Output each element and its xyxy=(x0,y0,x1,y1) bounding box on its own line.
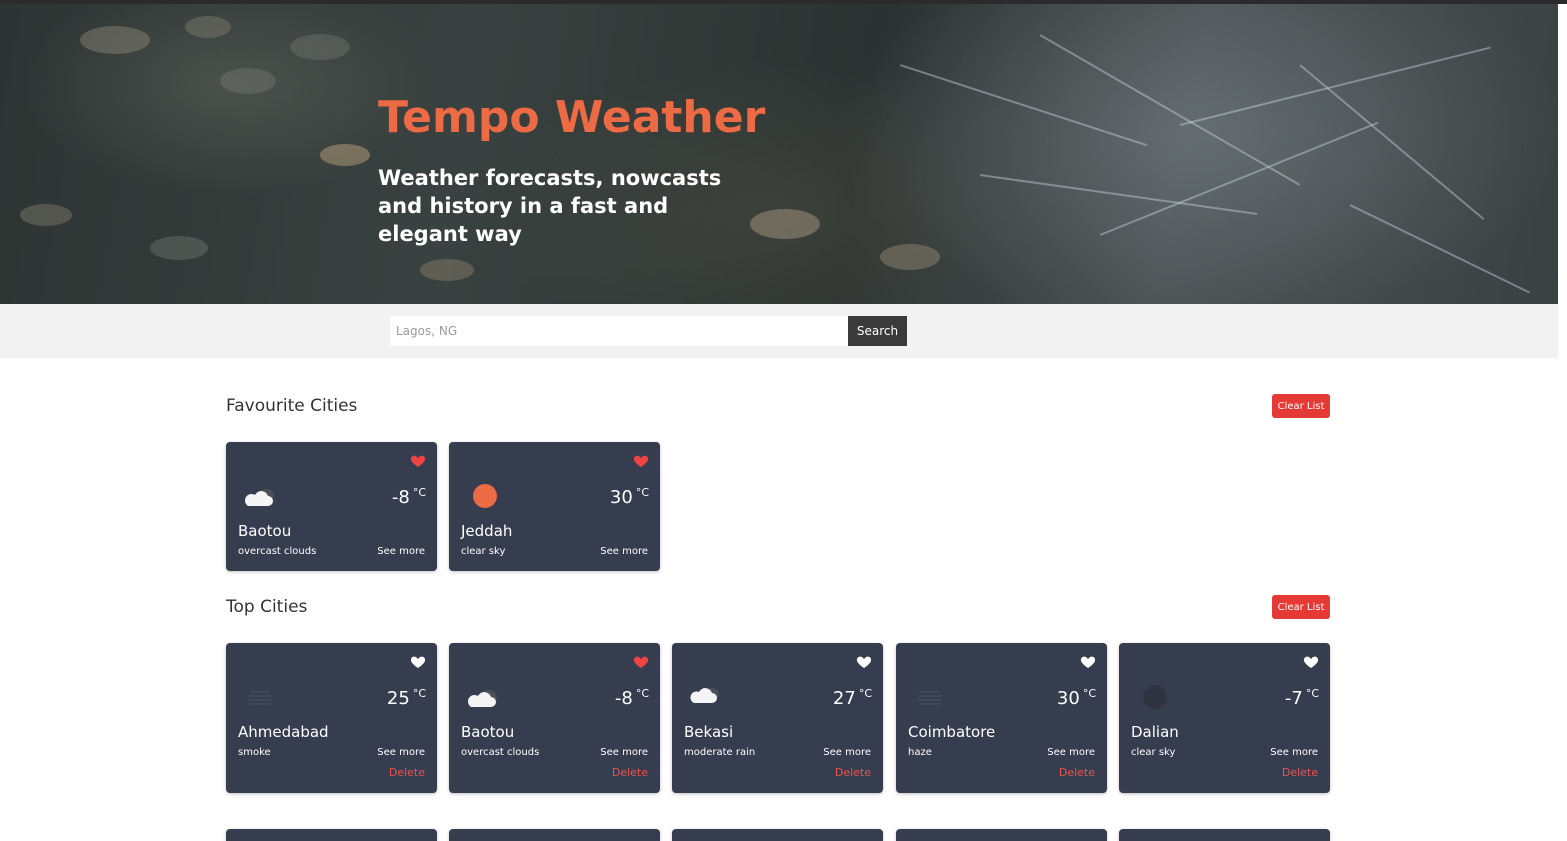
weather-condition: smoke xyxy=(238,747,271,758)
heart-icon[interactable] xyxy=(410,654,426,670)
search-button[interactable]: Search xyxy=(848,316,907,346)
bokeh-light xyxy=(880,244,940,270)
city-name: Bekasi xyxy=(684,723,734,741)
see-more-link[interactable]: See more xyxy=(1270,747,1318,758)
search-input[interactable] xyxy=(390,316,848,346)
bokeh-light xyxy=(220,68,276,94)
city-card[interactable] xyxy=(896,829,1107,841)
weather-condition: haze xyxy=(908,747,932,758)
delete-link[interactable]: Delete xyxy=(1282,766,1318,779)
weather-condition: moderate rain xyxy=(684,747,756,758)
temperature: 25 °C xyxy=(386,687,426,709)
pine-needle xyxy=(1349,204,1531,294)
delete-link[interactable]: Delete xyxy=(612,766,648,779)
smoke-icon xyxy=(248,691,272,705)
bokeh-light xyxy=(290,34,350,60)
weather-condition: clear sky xyxy=(1131,747,1176,758)
city-name: Coimbatore xyxy=(908,723,996,741)
see-more-link[interactable]: See more xyxy=(1047,747,1095,758)
delete-link[interactable]: Delete xyxy=(1059,766,1095,779)
temperature: 27 °C xyxy=(832,687,872,709)
city-card[interactable] xyxy=(226,829,437,841)
see-more-link[interactable]: See more xyxy=(600,747,648,758)
heart-icon[interactable] xyxy=(1080,654,1096,670)
city-card[interactable]: 27 °C Bekasi moderate rain See more Delet… xyxy=(672,643,883,793)
pine-needle xyxy=(979,174,1258,215)
heart-icon[interactable] xyxy=(1303,654,1319,670)
hero-banner: Tempo Weather Weather forecasts, nowcast… xyxy=(0,4,1558,304)
bokeh-light xyxy=(80,26,150,54)
city-name: Baotou xyxy=(238,522,292,540)
weather-condition: clear sky xyxy=(461,546,506,557)
temperature: 30 °C xyxy=(1056,687,1096,709)
delete-link[interactable]: Delete xyxy=(835,766,871,779)
weather-condition: overcast clouds xyxy=(238,546,317,557)
temperature: -8 °C xyxy=(614,687,649,709)
see-more-link[interactable]: See more xyxy=(823,747,871,758)
city-card[interactable]: -8 °C Baotou overcast clouds See more Del… xyxy=(449,643,660,793)
app-title: Tempo Weather xyxy=(378,92,766,143)
city-card[interactable] xyxy=(672,829,883,841)
see-more-link[interactable]: See more xyxy=(377,546,425,557)
clear-top-cities-button[interactable]: Clear List xyxy=(1272,595,1330,619)
heart-icon[interactable] xyxy=(856,654,872,670)
temperature: 30 °C xyxy=(609,486,649,508)
top-cities-heading: Top Cities xyxy=(226,597,308,617)
pine-needle xyxy=(1099,121,1379,236)
haze-icon xyxy=(918,691,942,705)
city-name: Baotou xyxy=(461,723,515,741)
temperature: -8 °C xyxy=(391,486,426,508)
pine-needle xyxy=(1179,46,1491,126)
city-card[interactable] xyxy=(449,829,660,841)
clear-favourites-button[interactable]: Clear List xyxy=(1272,394,1330,418)
bokeh-light xyxy=(185,16,231,38)
city-name: Jeddah xyxy=(461,522,513,540)
rain-icon xyxy=(690,688,719,703)
city-name: Ahmedabad xyxy=(238,723,329,741)
see-more-link[interactable]: See more xyxy=(600,546,648,557)
delete-link[interactable]: Delete xyxy=(389,766,425,779)
city-card[interactable]: 25 °C Ahmedabad smoke See more Delete xyxy=(226,643,437,793)
city-card[interactable]: -8 °C Baotou overcast clouds See more xyxy=(226,442,437,571)
overcast-clouds-icon xyxy=(467,690,497,707)
city-name: Dalian xyxy=(1131,723,1179,741)
bokeh-light xyxy=(320,144,370,166)
app-tagline: Weather forecasts, nowcasts and history … xyxy=(378,166,722,246)
bokeh-light xyxy=(420,259,474,281)
bokeh-light xyxy=(150,236,208,260)
city-card[interactable] xyxy=(1119,829,1330,841)
heart-icon[interactable] xyxy=(633,453,649,469)
search-bar: Search xyxy=(0,304,1558,358)
see-more-link[interactable]: See more xyxy=(377,747,425,758)
bokeh-light xyxy=(20,204,72,226)
pine-needle xyxy=(1039,34,1301,186)
heart-icon[interactable] xyxy=(633,654,649,670)
heart-icon[interactable] xyxy=(410,453,426,469)
temperature: -7 °C xyxy=(1284,687,1319,709)
weather-condition: overcast clouds xyxy=(461,747,540,758)
city-card[interactable]: 30 °C Jeddah clear sky See more xyxy=(449,442,660,571)
favourite-cities-heading: Favourite Cities xyxy=(226,396,358,416)
clear-night-icon xyxy=(1143,685,1167,709)
overcast-clouds-icon xyxy=(244,489,274,506)
sun-icon xyxy=(473,484,497,508)
page-right-edge xyxy=(1558,4,1567,841)
bokeh-light xyxy=(750,209,820,239)
city-card[interactable]: -7 °C Dalian clear sky See more Delete xyxy=(1119,643,1330,793)
city-card[interactable]: 30 °C Coimbatore haze See more Delete xyxy=(896,643,1107,793)
